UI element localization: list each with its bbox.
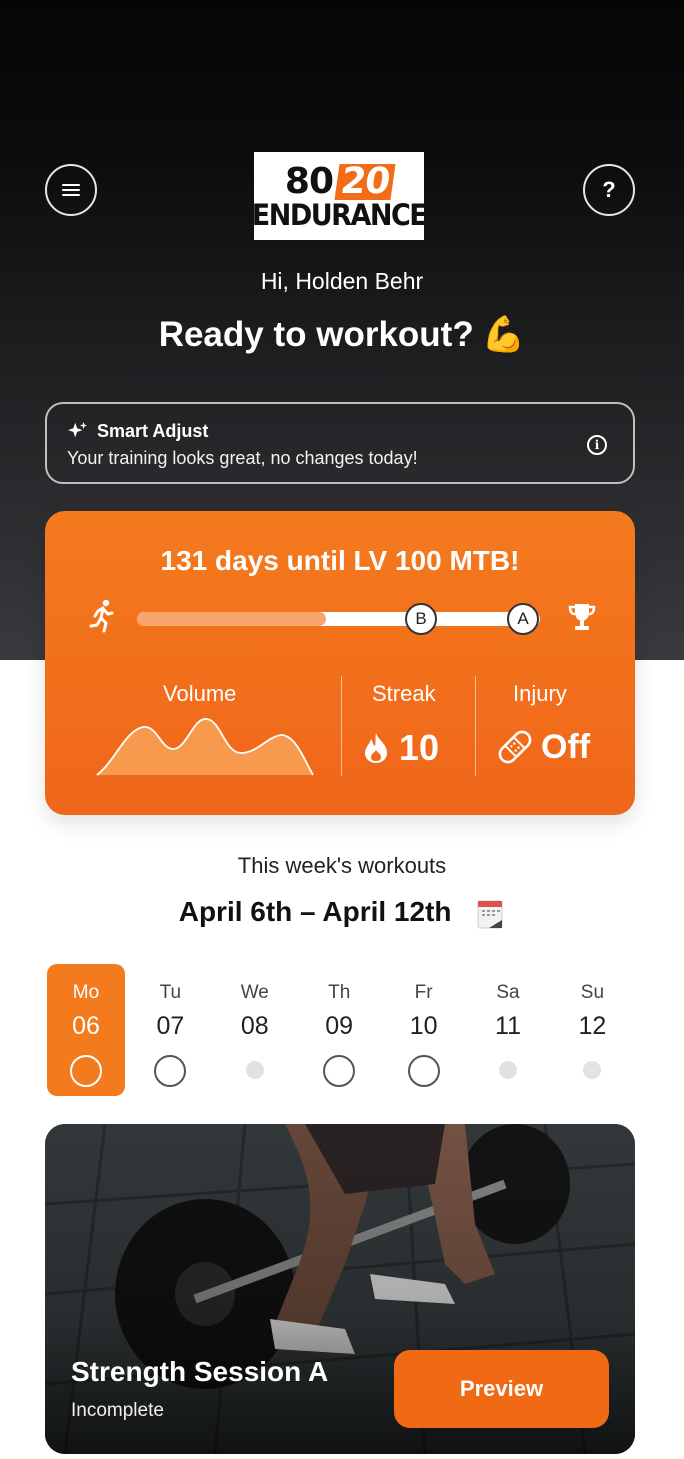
trophy-icon <box>568 604 596 630</box>
stat-divider <box>341 676 342 776</box>
day-date: 12 <box>578 1012 607 1040</box>
stat-divider <box>475 676 476 776</box>
hamburger-icon <box>62 184 80 196</box>
day-we[interactable]: We 08 <box>216 964 294 1096</box>
flexed-biceps-icon: 💪 <box>481 315 526 354</box>
preview-button[interactable]: Preview <box>394 1350 609 1428</box>
smart-adjust-message: Your training looks great, no changes to… <box>67 448 418 468</box>
day-fr[interactable]: Fr 10 <box>385 964 463 1096</box>
day-name: We <box>240 982 269 1003</box>
workout-status: Incomplete <box>71 1400 164 1421</box>
day-name: Mo <box>72 982 100 1003</box>
runner-icon <box>89 599 114 633</box>
week-range-text: April 6th – April 12th <box>178 896 452 927</box>
day-sa[interactable]: Sa 11 <box>469 964 547 1096</box>
milestone-b-marker[interactable]: B <box>405 603 437 635</box>
help-icon: ? <box>602 177 616 202</box>
page-title: Ready to workout? 💪 <box>0 314 684 355</box>
day-date: 06 <box>72 1012 100 1040</box>
injury-label: Injury <box>513 681 567 706</box>
day-date: 10 <box>409 1012 438 1040</box>
streak-count: 10 <box>399 727 440 768</box>
day-tu[interactable]: Tu 07 <box>131 964 209 1096</box>
streak-label: Streak <box>372 681 436 706</box>
day-name: Th <box>328 982 351 1003</box>
workout-status-ring <box>407 1055 440 1087</box>
day-th[interactable]: Th 09 <box>300 964 378 1096</box>
flame-icon <box>365 733 387 763</box>
day-name: Tu <box>159 982 182 1003</box>
volume-label: Volume <box>163 681 237 706</box>
rest-day-dot <box>245 1061 264 1079</box>
rest-day-dot <box>499 1061 517 1079</box>
greeting-text: Hi, Holden Behr <box>260 268 424 294</box>
day-date: 11 <box>495 1012 521 1040</box>
logo-text-80: 80 <box>284 160 334 202</box>
workout-card[interactable]: Strength Session A Incomplete Preview <box>45 1124 635 1454</box>
streak-value: 10 <box>363 727 439 769</box>
smart-adjust-banner[interactable]: Smart Adjust Your training looks great, … <box>45 402 635 484</box>
day-date: 07 <box>156 1012 185 1040</box>
workout-status-ring <box>70 1055 102 1087</box>
workout-status-ring <box>323 1055 356 1087</box>
day-date: 08 <box>240 1012 269 1040</box>
help-button[interactable]: ? <box>583 164 635 216</box>
sparkle-icon <box>67 421 88 438</box>
volume-sparkline <box>96 718 314 776</box>
week-day-selector: Mo 06 Tu 07 We 08 Th 09 Fr 10 Sa 11 Su 12 <box>47 964 637 1098</box>
day-name: Su <box>580 982 605 1003</box>
logo-text-endurance: ENDURANCE <box>251 197 428 233</box>
injury-toggle[interactable]: Off <box>495 727 590 767</box>
workout-title: Strength Session A <box>71 1356 329 1387</box>
goal-progress-track <box>137 612 540 626</box>
goal-card[interactable]: 131 days until LV 100 MTB! B A Volume St… <box>45 511 635 815</box>
day-mo[interactable]: Mo 06 <box>47 964 125 1096</box>
rest-day-dot <box>583 1061 602 1079</box>
menu-button[interactable] <box>45 164 97 216</box>
day-name: Fr <box>414 982 433 1003</box>
workout-status-ring <box>154 1055 187 1087</box>
headline-text: Ready to workout? <box>158 315 474 354</box>
goal-countdown: 131 days until LV 100 MTB! <box>160 545 520 576</box>
info-icon[interactable]: i <box>587 435 607 455</box>
day-name: Sa <box>496 982 520 1003</box>
day-date: 09 <box>325 1012 354 1040</box>
day-su[interactable]: Su 12 <box>553 964 631 1096</box>
smart-adjust-title: Smart Adjust <box>97 420 209 441</box>
goal-progress-fill <box>137 612 327 626</box>
week-range: April 6th – April 12th <box>0 896 684 930</box>
injury-status: Off <box>541 727 591 766</box>
bandage-icon <box>498 730 532 764</box>
week-subtitle: This week's workouts <box>237 853 447 878</box>
milestone-a-marker[interactable]: A <box>507 603 539 635</box>
app-logo: 80 20 ENDURANCE <box>251 152 428 240</box>
logo-text-20: 20 <box>334 161 396 202</box>
calendar-icon[interactable] <box>475 898 505 930</box>
